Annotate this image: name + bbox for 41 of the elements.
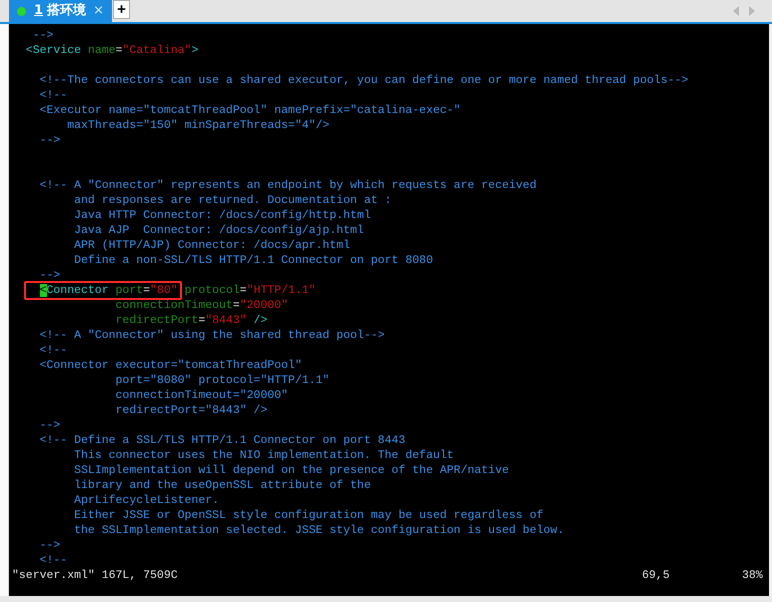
code-line: AprLifecycleListener.	[73, 493, 220, 508]
code-line: redirectPort="8443" />	[114, 403, 268, 418]
code-line: <Connector port="80" protocol="HTTP/1.1"	[38, 283, 317, 298]
scroll-right-icon[interactable]	[748, 6, 756, 16]
new-tab-button[interactable]: +	[113, 0, 130, 18]
code-line: SSLImplementation will depend on the presence of the APR/native	[73, 463, 510, 478]
code-line: <!--	[38, 88, 68, 103]
code-line: library and the useOpenSSL attribute of the	[73, 478, 372, 493]
code-line: <!-- A "Connector" using the shared thread pool-->	[38, 328, 386, 343]
code-line: -->	[32, 28, 54, 43]
code-line: Either JSSE or OpenSSL style configuration may be used regardless of	[73, 508, 544, 523]
code-line: Java HTTP Connector: /docs/config/http.html	[73, 208, 372, 223]
code-line: <Executor name="tomcatThreadPool" namePrefix="catalina-exec-"	[38, 103, 462, 118]
file-info: "server.xml" 167L, 7509C	[12, 568, 179, 583]
code-line: <!-- Define a SSL/TLS HTTP/1.1 Connector on port 8443	[38, 433, 406, 448]
code-line: <!--	[38, 553, 68, 568]
code-line: maxThreads="150" minSpareThreads="4"/>	[66, 118, 330, 133]
code-line: redirectPort="8443" />	[114, 313, 268, 328]
code-line: Define a non-SSL/TLS HTTP/1.1 Connector on port 8080	[73, 253, 434, 268]
status-dot-icon	[17, 6, 26, 16]
code-line: connectionTimeout="20000"	[114, 298, 290, 313]
code-line: <!--	[38, 343, 68, 358]
code-line: -->	[38, 418, 62, 433]
cursor-position: 69,5	[642, 568, 671, 583]
code-line: -->	[38, 538, 62, 553]
code-line: -->	[38, 133, 62, 148]
editor-tab[interactable]: 1 搭环境 ×	[9, 0, 112, 22]
code-line: <Connector executor="tomcatThreadPool"	[38, 358, 303, 373]
code-line: <!-- A "Connector" represents an endpoint by which requests are received	[38, 178, 538, 193]
code-line: the SSLImplementation selected. JSSE style configuration is used below.	[73, 523, 566, 538]
code-line: Java AJP Connector: /docs/config/ajp.html	[73, 223, 365, 238]
code-line: APR (HTTP/AJP) Connector: /docs/apr.html	[73, 238, 352, 253]
code-line: <!--The connectors can use a shared executor, you can define one or more named thread pools-->	[38, 73, 690, 88]
code-line: <Service name="Catalina">	[24, 43, 200, 58]
code-line: connectionTimeout="20000"	[114, 388, 290, 403]
code-line: port="8080" protocol="HTTP/1.1"	[114, 373, 330, 388]
scroll-left-icon[interactable]	[732, 6, 740, 16]
code-line: This connector uses the NIO implementation. The default	[73, 448, 455, 463]
scroll-percent: 38%	[742, 568, 763, 583]
code-line: and responses are returned. Documentation at :	[73, 193, 393, 208]
code-line: -->	[38, 268, 62, 283]
